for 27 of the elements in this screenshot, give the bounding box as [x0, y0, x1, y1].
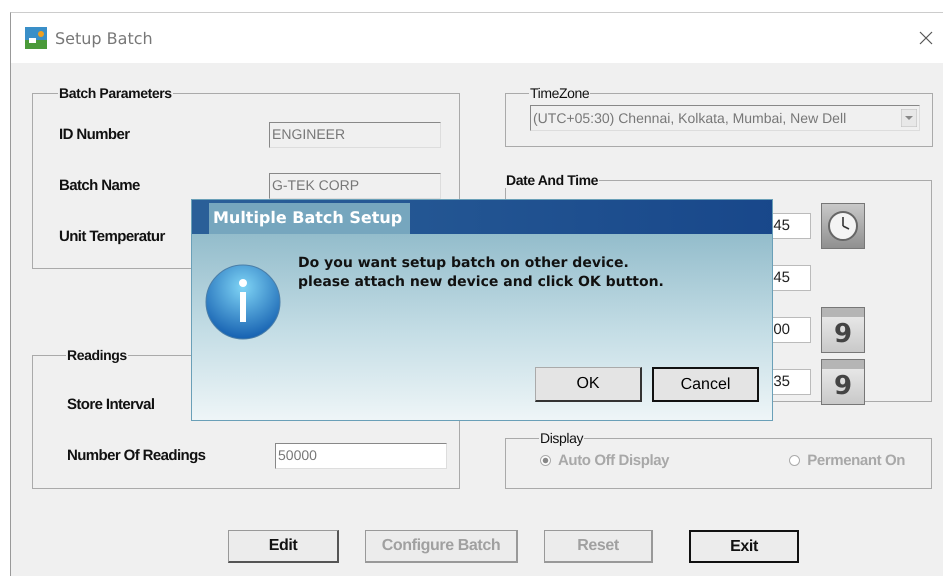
- dialog-title: Multiple Batch Setup: [209, 203, 410, 234]
- field-label: Batch Name: [59, 177, 141, 194]
- action-button[interactable]: Exit: [689, 530, 799, 563]
- text-field[interactable]: 50000: [275, 442, 447, 468]
- field-label: Store Interval: [67, 396, 156, 413]
- dropdown-arrow-icon: [901, 109, 917, 127]
- calendar-button[interactable]: 9: [821, 359, 865, 405]
- clock-button[interactable]: [821, 203, 865, 249]
- action-button[interactable]: Edit: [228, 530, 339, 563]
- dialog-button[interactable]: OK: [535, 367, 642, 402]
- window-title: Setup Batch: [55, 28, 153, 48]
- dialog-button[interactable]: Cancel: [652, 367, 759, 402]
- clock-icon: [827, 210, 859, 242]
- close-icon: [919, 31, 933, 45]
- field-label: Unit Temperatur: [59, 228, 166, 245]
- dialog-message: Do you want setup batch on other device.: [298, 254, 630, 273]
- dialog-message: please attach new device and click OK button.: [298, 273, 664, 292]
- group-title: TimeZone: [529, 85, 590, 101]
- field-label: ID Number: [59, 126, 131, 143]
- group-title: Date And Time: [505, 172, 600, 188]
- group-title: Batch Parameters: [58, 85, 173, 101]
- group-title: Display: [539, 430, 584, 446]
- calendar-button[interactable]: 9: [821, 307, 865, 353]
- landscape-icon: [25, 27, 47, 49]
- group-title: Readings: [66, 347, 128, 363]
- info-icon: [204, 263, 282, 341]
- field-label: Number Of Readings: [67, 447, 206, 464]
